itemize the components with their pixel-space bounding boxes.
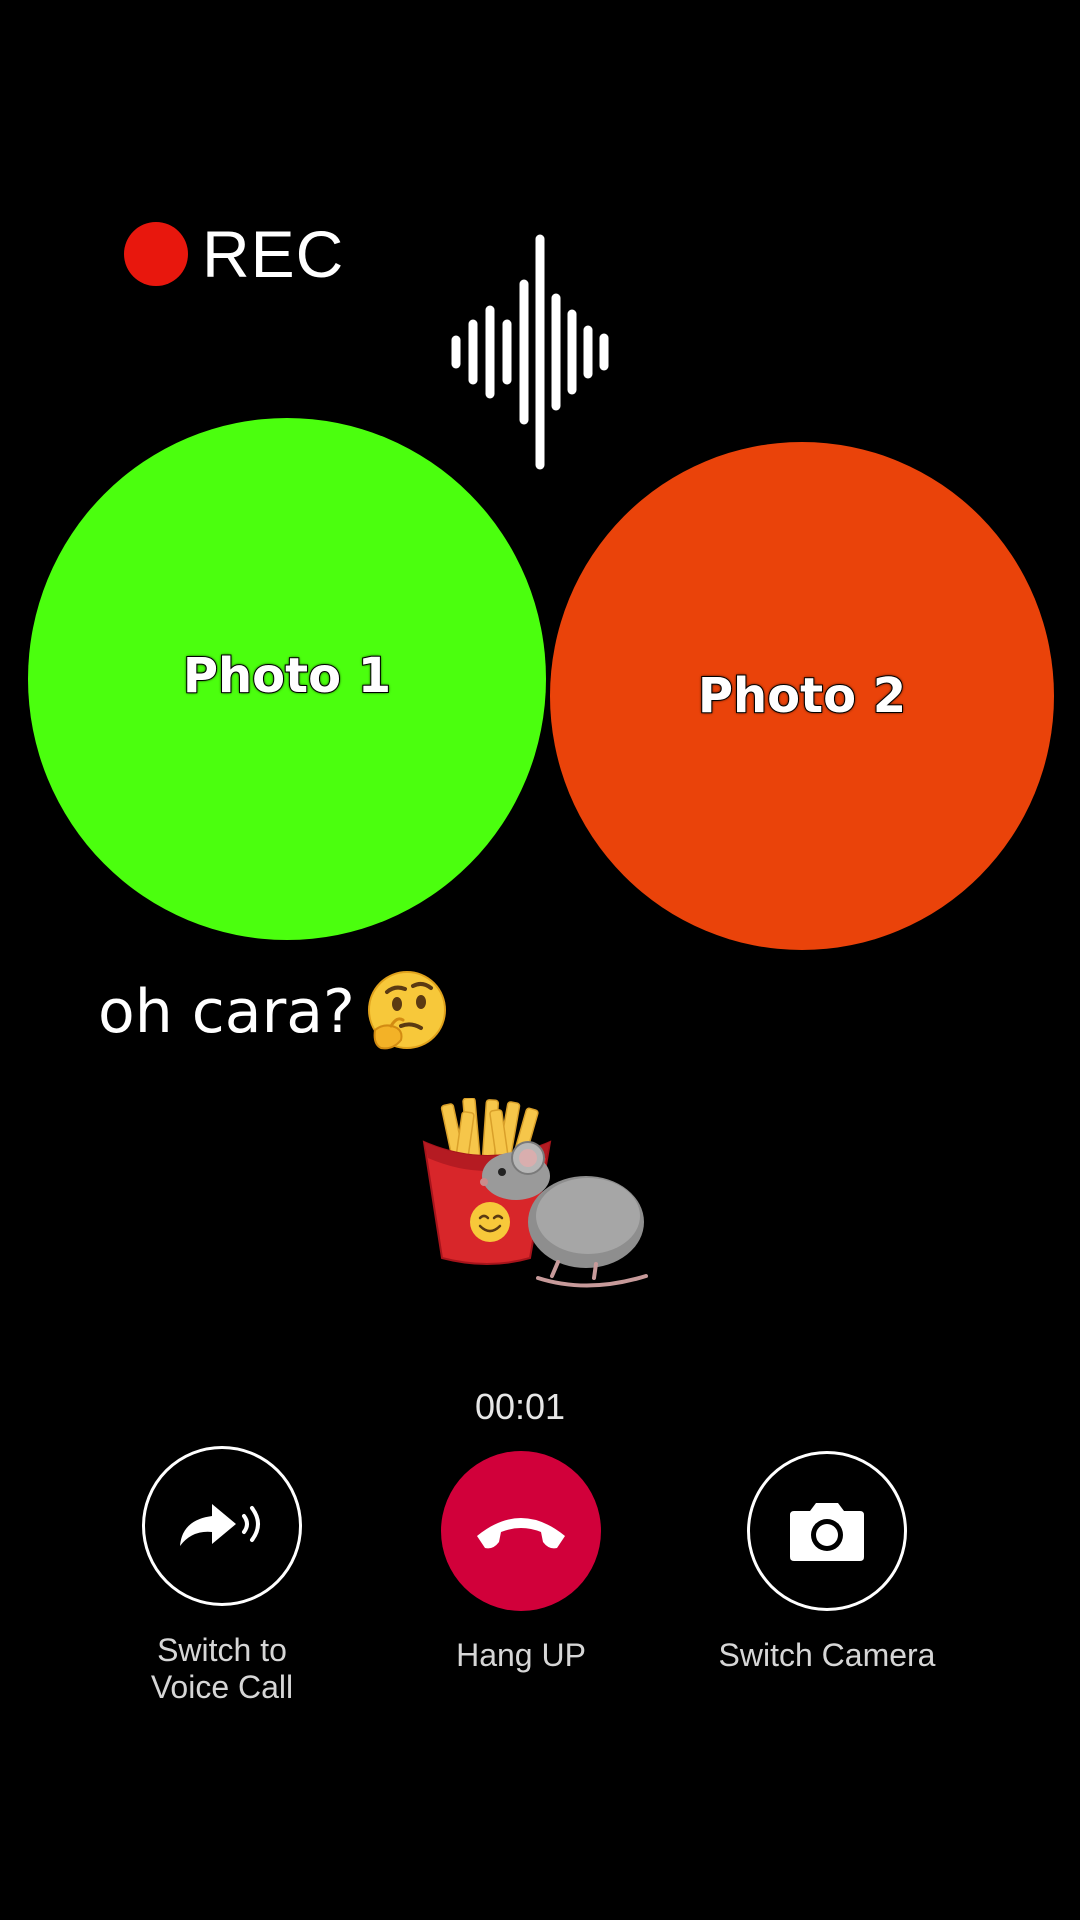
switch-to-voice-call-control: Switch to Voice Call	[82, 1446, 362, 1706]
camera-icon	[790, 1503, 864, 1561]
recording-indicator: REC	[124, 216, 344, 292]
hang-up-control: Hang UP	[381, 1451, 661, 1674]
caption: oh cara?	[98, 968, 449, 1056]
fries-and-rat-sticker	[422, 1098, 648, 1288]
switch-camera-label: Switch Camera	[718, 1637, 936, 1673]
switch-camera-control: Switch Camera	[687, 1451, 967, 1674]
hang-up-button[interactable]	[441, 1451, 601, 1611]
hang-up-label: Hang UP	[456, 1637, 586, 1673]
switch-to-voice-call-button[interactable]	[142, 1446, 302, 1606]
audio-waveform-icon	[450, 234, 630, 470]
record-dot-icon	[124, 222, 188, 286]
phone-hangup-icon	[477, 1518, 565, 1549]
switch-camera-button[interactable]	[747, 1451, 907, 1611]
photo-1-label: Photo 1	[182, 647, 392, 705]
photo-1-placeholder: Photo 1	[28, 418, 546, 940]
switch-to-voice-call-label: Switch to Voice Call	[150, 1632, 294, 1705]
photo-2-label: Photo 2	[697, 667, 907, 725]
call-timer: 00:01	[474, 1386, 566, 1427]
caption-text: oh cara?	[98, 977, 355, 1047]
share-audio-icon	[180, 1504, 260, 1546]
recording-label: REC	[202, 217, 345, 291]
thinking-face-emoji	[367, 971, 446, 1050]
photo-2-placeholder: Photo 2	[550, 442, 1054, 950]
